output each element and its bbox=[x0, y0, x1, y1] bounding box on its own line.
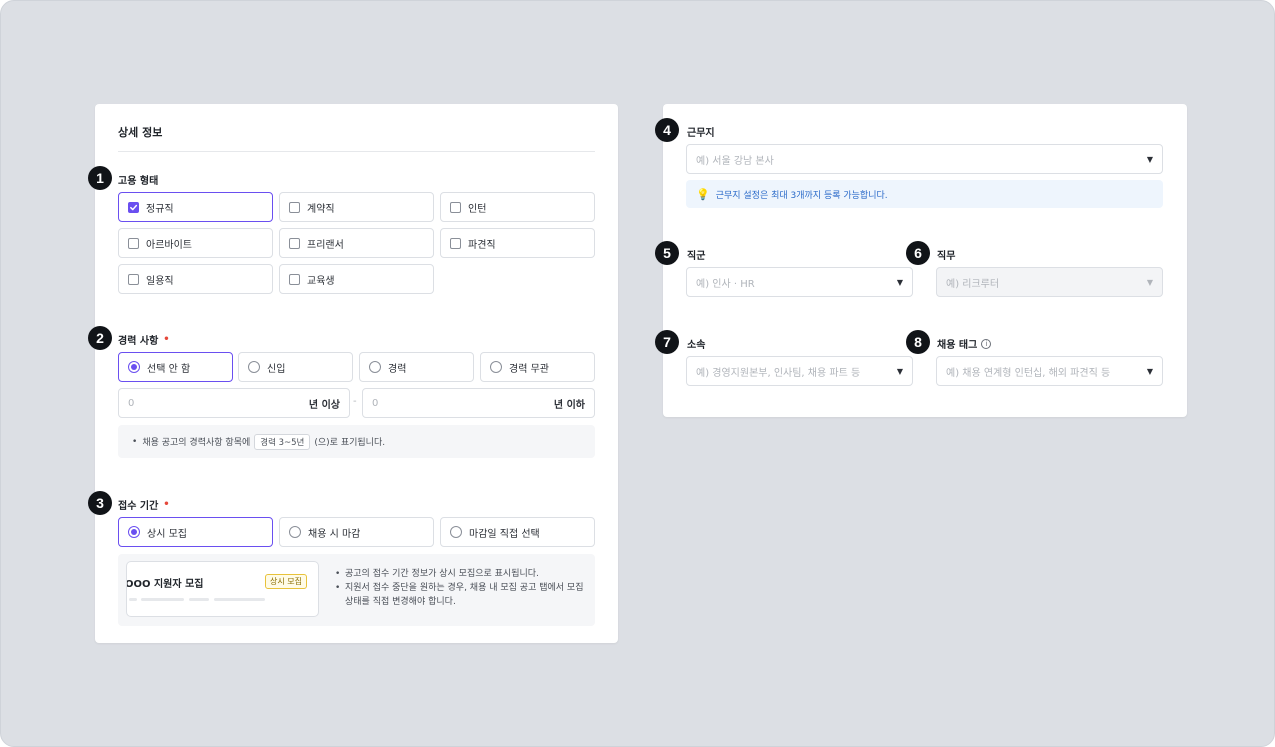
checkbox-icon[interactable] bbox=[128, 273, 139, 285]
radio-selected-icon[interactable] bbox=[128, 526, 140, 538]
job-role-select: 예) 리크루터 ▼ bbox=[936, 267, 1163, 297]
employment-option-dispatch[interactable]: 파견직 bbox=[440, 228, 595, 258]
caret-down-icon: ▼ bbox=[896, 366, 903, 376]
preview-line bbox=[129, 598, 137, 601]
employment-option-daily[interactable]: 일용직 bbox=[118, 264, 273, 294]
step-badge-2: 2 bbox=[88, 326, 112, 350]
career-option-new[interactable]: 신입 bbox=[238, 352, 353, 382]
location-label: 근무지 bbox=[687, 128, 715, 139]
checkbox-checked-icon[interactable] bbox=[128, 201, 139, 213]
job-posting-preview: OOO 지원자 모집 상시 모집 bbox=[126, 561, 319, 617]
checkbox-icon[interactable] bbox=[289, 201, 300, 213]
job-group-select[interactable]: 예) 인사 · HR ▼ bbox=[686, 267, 913, 297]
job-group-label: 직군 bbox=[687, 251, 706, 262]
detail-info-card: 상세 정보 고용 형태 정규직 계약직 인턴 아르바이트 프리랜서 파견직 일용… bbox=[95, 104, 618, 643]
career-label: 경력 사항 • bbox=[118, 334, 170, 347]
affiliation-label: 소속 bbox=[687, 340, 706, 351]
range-separator: - bbox=[353, 396, 357, 407]
application-period-label: 접수 기간 • bbox=[118, 499, 170, 512]
career-option-none[interactable]: 선택 안 함 bbox=[118, 352, 233, 382]
checkbox-icon[interactable] bbox=[450, 201, 461, 213]
required-mark: • bbox=[163, 499, 170, 510]
hiring-tag-select[interactable]: 예) 채용 연계형 인턴십, 해외 파견직 등 ▼ bbox=[936, 356, 1163, 386]
employment-option-parttime[interactable]: 아르바이트 bbox=[118, 228, 273, 258]
preview-line bbox=[214, 598, 265, 601]
required-mark: • bbox=[163, 334, 170, 345]
checkbox-icon[interactable] bbox=[128, 237, 139, 249]
preview-line bbox=[189, 598, 209, 601]
radio-icon[interactable] bbox=[450, 526, 462, 538]
caret-down-icon: ▼ bbox=[1146, 277, 1153, 287]
step-badge-7: 7 bbox=[655, 330, 679, 354]
employment-option-regular[interactable]: 정규직 bbox=[118, 192, 273, 222]
job-role-label: 직무 bbox=[937, 251, 956, 262]
period-notes: 공고의 접수 기간 정보가 상시 모집으로 표시됩니다. 지원서 접수 중단을 … bbox=[335, 567, 587, 609]
preview-status-badge: 상시 모집 bbox=[265, 574, 307, 589]
caret-down-icon: ▼ bbox=[896, 277, 903, 287]
radio-icon[interactable] bbox=[490, 361, 502, 373]
card-title: 상세 정보 bbox=[118, 126, 163, 139]
career-option-any[interactable]: 경력 무관 bbox=[480, 352, 595, 382]
employment-option-intern[interactable]: 인턴 bbox=[440, 192, 595, 222]
checkbox-icon[interactable] bbox=[289, 273, 300, 285]
caret-down-icon: ▼ bbox=[1146, 366, 1153, 376]
checkbox-icon[interactable] bbox=[289, 237, 300, 249]
step-badge-6: 6 bbox=[906, 241, 930, 265]
preview-line bbox=[141, 598, 184, 601]
employment-option-contract[interactable]: 계약직 bbox=[279, 192, 434, 222]
career-note: • 채용 공고의 경력사항 항목에 경력 3~5년 (으)로 표기됩니다. bbox=[118, 425, 595, 458]
career-min-years-input[interactable]: 0 년 이상 bbox=[118, 388, 350, 418]
title-divider bbox=[118, 151, 595, 152]
step-badge-8: 8 bbox=[906, 330, 930, 354]
period-preview-box: OOO 지원자 모집 상시 모집 공고의 접수 기간 정보가 상시 모집으로 표… bbox=[118, 554, 595, 626]
employment-option-trainee[interactable]: 교육생 bbox=[279, 264, 434, 294]
caret-down-icon: ▼ bbox=[1146, 154, 1153, 164]
radio-icon[interactable] bbox=[289, 526, 301, 538]
career-max-years-input[interactable]: 0 년 이하 bbox=[362, 388, 595, 418]
radio-icon[interactable] bbox=[248, 361, 260, 373]
period-option-until-hired[interactable]: 채용 시 마감 bbox=[279, 517, 434, 547]
period-option-always[interactable]: 상시 모집 bbox=[118, 517, 273, 547]
radio-icon[interactable] bbox=[369, 361, 381, 373]
info-icon[interactable]: i bbox=[981, 338, 992, 349]
lightbulb-icon: 💡 bbox=[696, 187, 710, 201]
step-badge-5: 5 bbox=[655, 241, 679, 265]
affiliation-select[interactable]: 예) 경영지원본부, 인사팀, 채용 파트 등 ▼ bbox=[686, 356, 913, 386]
career-example-chip: 경력 3~5년 bbox=[254, 433, 311, 450]
preview-title: OOO 지원자 모집 bbox=[126, 579, 204, 590]
career-option-experienced[interactable]: 경력 bbox=[359, 352, 474, 382]
hiring-tag-label: 채용 태그 i bbox=[937, 336, 992, 351]
employment-type-label: 고용 형태 bbox=[118, 176, 159, 187]
employment-option-freelancer[interactable]: 프리랜서 bbox=[279, 228, 434, 258]
location-select[interactable]: 예) 서울 강남 본사 ▼ bbox=[686, 144, 1163, 174]
step-badge-3: 3 bbox=[88, 491, 112, 515]
step-badge-1: 1 bbox=[88, 166, 112, 190]
location-tip: 💡 근무지 설정은 최대 3개까지 등록 가능합니다. bbox=[686, 180, 1163, 208]
step-badge-4: 4 bbox=[655, 118, 679, 142]
radio-selected-icon[interactable] bbox=[128, 361, 140, 373]
period-option-custom-date[interactable]: 마감일 직접 선택 bbox=[440, 517, 595, 547]
checkbox-icon[interactable] bbox=[450, 237, 461, 249]
